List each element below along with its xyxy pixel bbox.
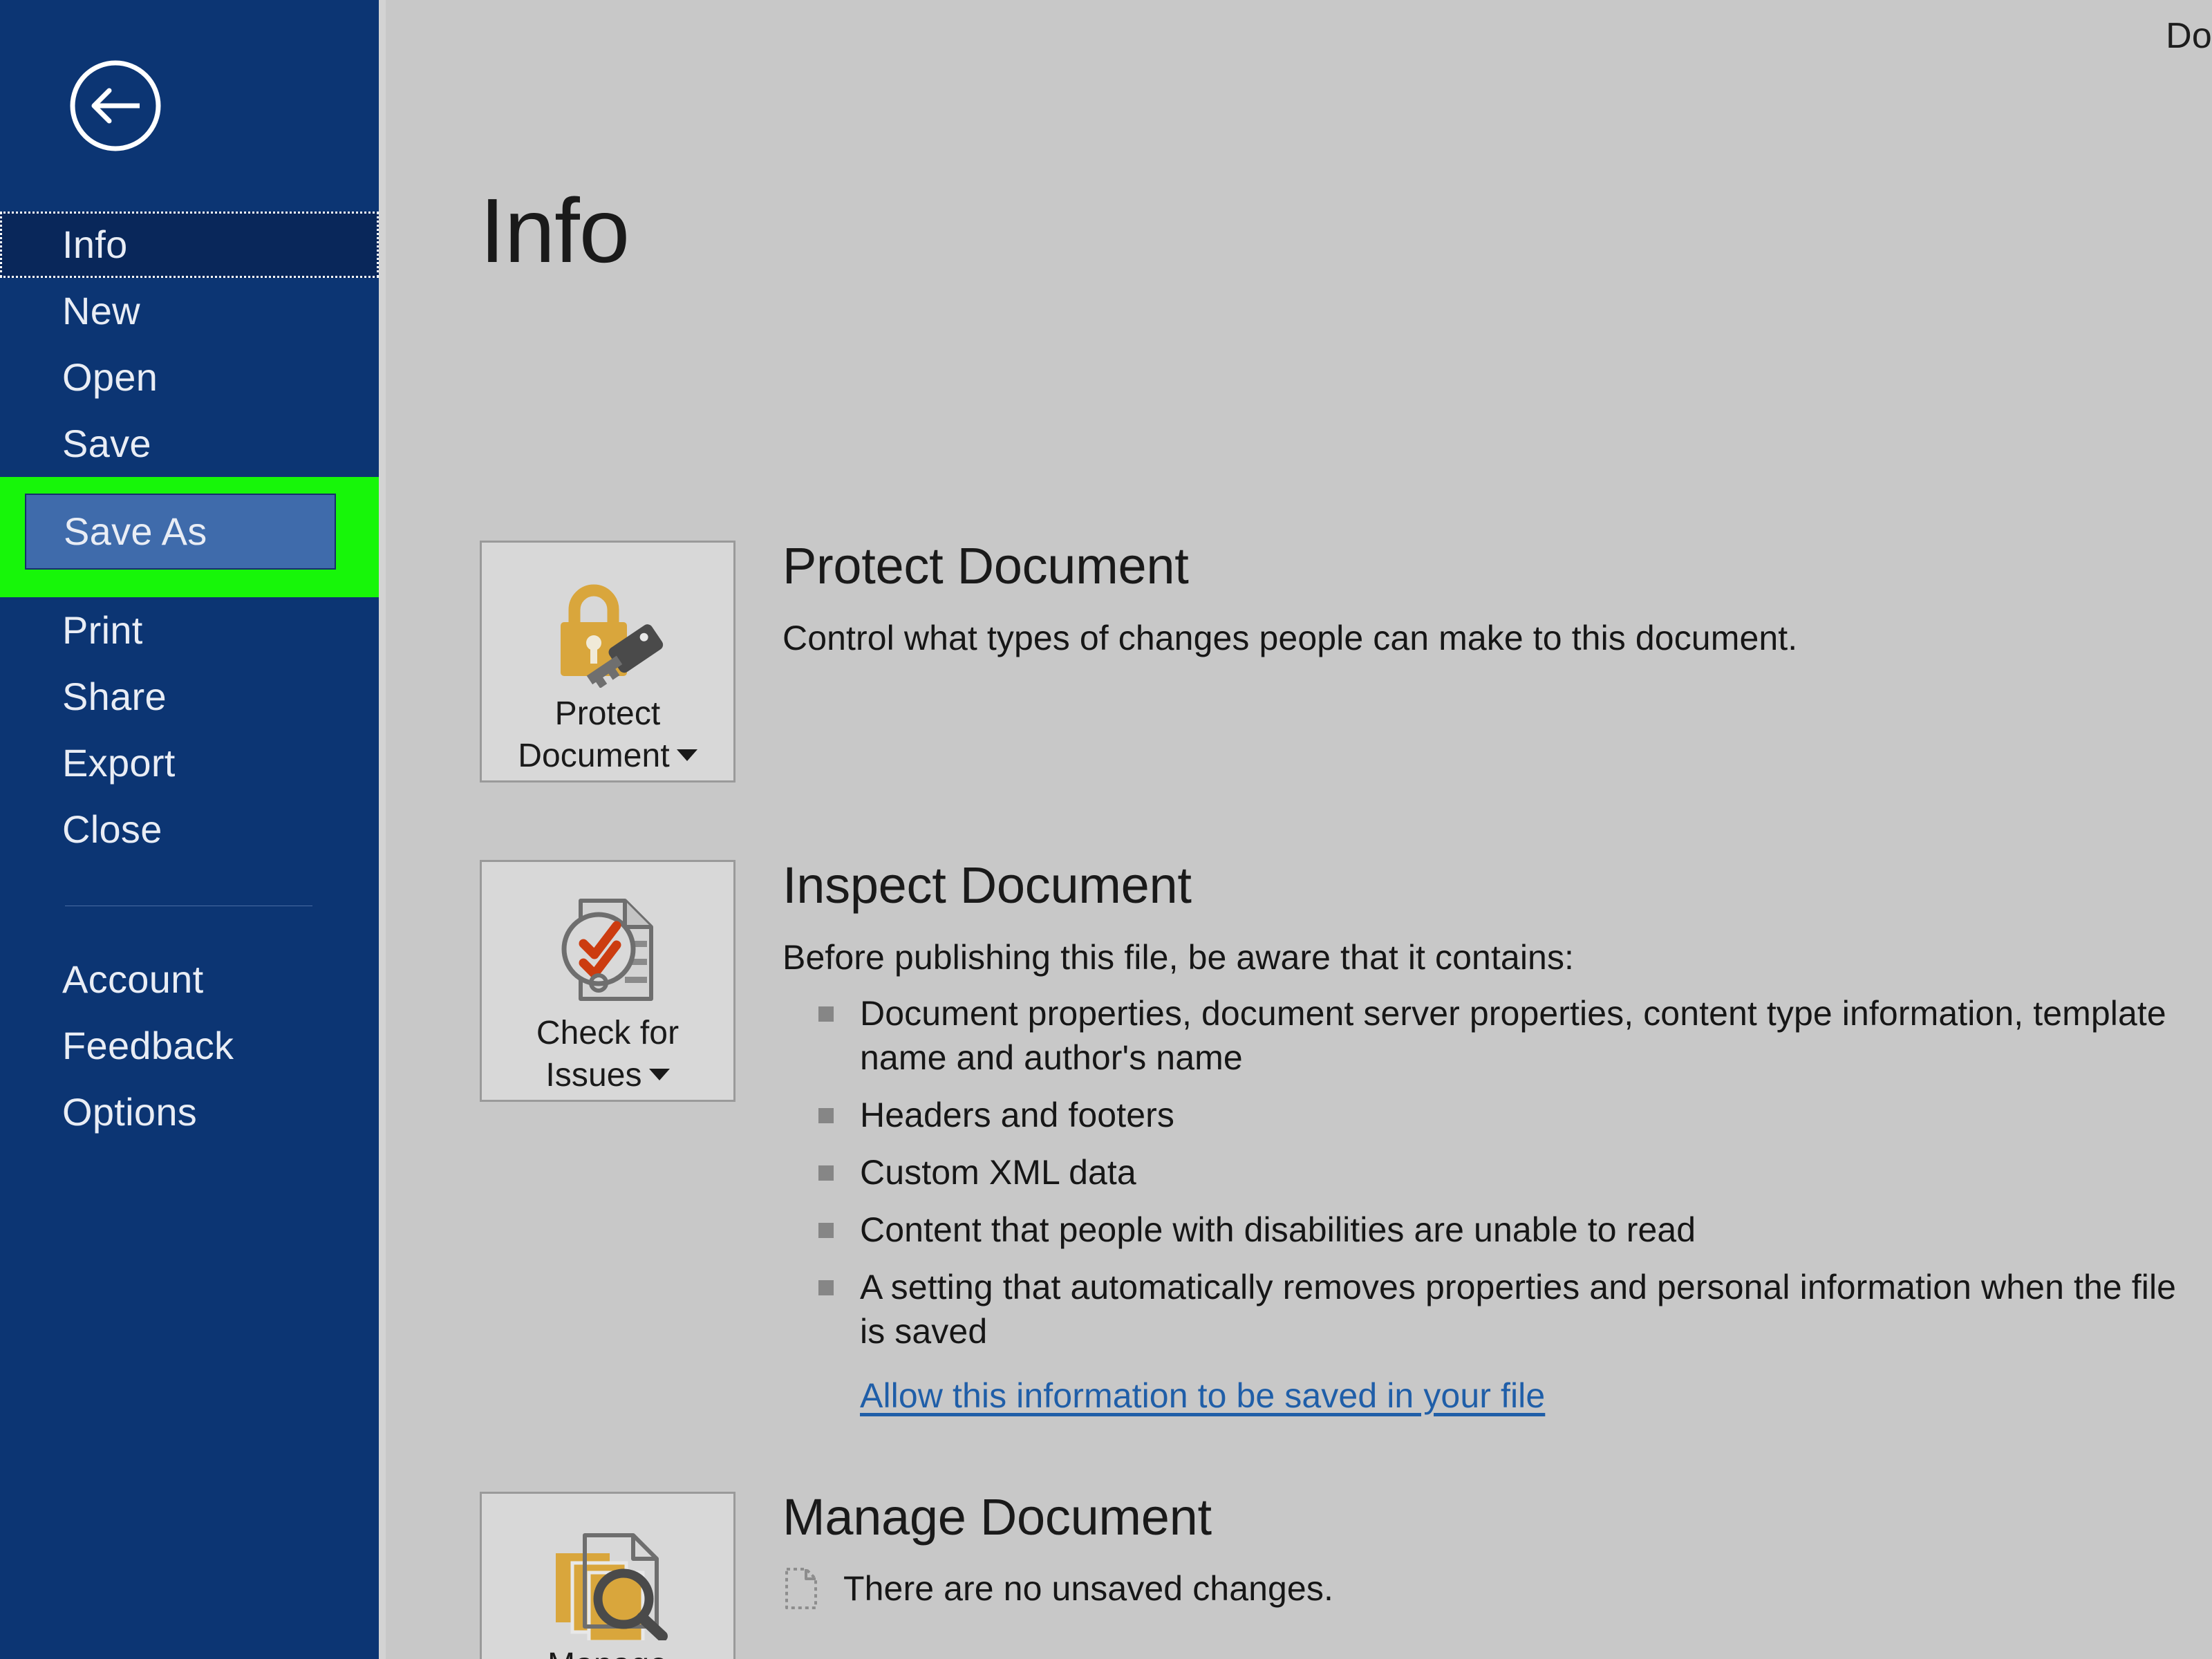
protect-document-heading: Protect Document <box>782 537 1189 594</box>
sidebar-item-close[interactable]: Close <box>0 796 379 863</box>
sidebar-item-label: Feedback <box>62 1024 234 1067</box>
back-button[interactable] <box>64 54 167 158</box>
manage-document-status-text: There are no unsaved changes. <box>843 1569 1333 1608</box>
chevron-down-icon <box>676 749 697 761</box>
back-arrow-icon <box>64 54 167 158</box>
button-label-line1: Manage <box>547 1647 668 1659</box>
manage-document-button[interactable]: Manage <box>480 1492 735 1659</box>
sidebar-item-export[interactable]: Export <box>0 730 379 796</box>
sidebar-item-label: Print <box>62 608 143 652</box>
save-as-highlight-annotation: Save As <box>0 477 379 597</box>
button-label-line2: Document <box>518 737 670 774</box>
inspect-document-body: Inspect Document Before publishing this … <box>782 860 2198 1416</box>
button-label-line1: Protect <box>554 695 661 732</box>
sidebar-item-label: Save <box>62 422 151 465</box>
protect-document-description: Control what types of changes people can… <box>782 619 1798 657</box>
chevron-down-icon <box>648 1068 670 1080</box>
backstage-content: Do Info Protect Document Protect Documen… <box>386 0 2212 1659</box>
backstage-view: Info New Open Save Save As Print Share E… <box>0 0 2212 1659</box>
protect-document-body: Protect Document Control what types of c… <box>782 541 2198 659</box>
inspect-document-bullet-list: Document properties, document server pro… <box>782 991 2198 1353</box>
sidebar-item-label: New <box>62 289 140 332</box>
allow-information-saved-link[interactable]: Allow this information to be saved in yo… <box>860 1376 1545 1416</box>
manage-document-status: There are no unsaved changes. <box>782 1566 2198 1611</box>
sidebar-item-account[interactable]: Account <box>0 946 379 1013</box>
list-item: A setting that automatically removes pro… <box>782 1265 2198 1353</box>
check-for-issues-button-label: Check for Issues <box>482 1013 733 1097</box>
protect-document-button-label: Protect Document <box>482 693 733 778</box>
list-item: Content that people with disabilities ar… <box>782 1208 2198 1252</box>
inspect-document-description: Before publishing this file, be aware th… <box>782 938 1575 977</box>
sidebar-item-label: Save As <box>64 509 207 553</box>
sidebar-item-share[interactable]: Share <box>0 664 379 730</box>
sidebar-item-open[interactable]: Open <box>0 344 379 411</box>
sidebar-item-label: Share <box>62 675 167 718</box>
check-for-issues-button[interactable]: Check for Issues <box>480 860 735 1102</box>
document-check-icon <box>547 891 668 1009</box>
sidebar-item-print[interactable]: Print <box>0 597 379 664</box>
manage-document-body: Manage Document There are no unsaved cha… <box>782 1492 2198 1611</box>
inspect-document-heading: Inspect Document <box>782 856 1192 914</box>
list-item: Document properties, document server pro… <box>782 991 2198 1080</box>
sidebar-item-label: Export <box>62 741 176 785</box>
button-label-line2: Issues <box>545 1056 642 1094</box>
sidebar-item-options[interactable]: Options <box>0 1079 379 1145</box>
list-item: Headers and footers <box>782 1093 2198 1137</box>
backstage-nav: Info New Open Save Save As Print Share E… <box>0 212 379 1145</box>
sidebar-item-info[interactable]: Info <box>0 212 379 278</box>
button-label-line1: Check for <box>536 1015 679 1051</box>
manage-documents-magnifier-icon <box>541 1523 675 1640</box>
page-title: Info <box>480 180 630 281</box>
sidebar-item-save[interactable]: Save <box>0 411 379 477</box>
sidebar-item-new[interactable]: New <box>0 278 379 344</box>
backstage-sidebar: Info New Open Save Save As Print Share E… <box>0 0 379 1659</box>
sidebar-item-label: Open <box>62 355 158 399</box>
sidebar-item-save-as[interactable]: Save As <box>25 494 336 570</box>
sidebar-item-label: Account <box>62 957 204 1001</box>
sidebar-item-label: Close <box>62 807 162 851</box>
sidebar-item-feedback[interactable]: Feedback <box>0 1013 379 1079</box>
document-name-truncated: Do <box>2166 16 2212 56</box>
unsaved-document-icon <box>782 1566 823 1611</box>
protect-document-button[interactable]: Protect Document <box>480 541 735 782</box>
sidebar-edge-divider <box>379 0 386 1659</box>
sidebar-item-label: Info <box>62 223 128 266</box>
sidebar-item-label: Options <box>62 1090 198 1134</box>
list-item: Custom XML data <box>782 1150 2198 1194</box>
lock-and-key-icon <box>542 572 673 689</box>
manage-document-button-label: Manage <box>482 1644 733 1659</box>
manage-document-heading: Manage Document <box>782 1488 1212 1546</box>
